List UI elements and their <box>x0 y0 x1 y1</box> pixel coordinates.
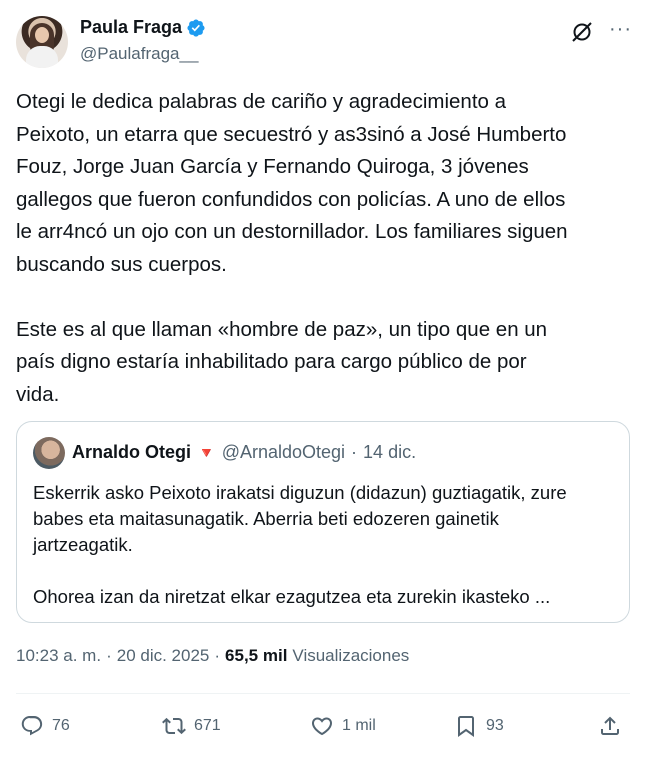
like-button[interactable]: 1 mil <box>310 714 376 738</box>
views-label: Visualizaciones <box>292 646 410 665</box>
reply-icon <box>21 716 43 736</box>
action-bar: 76 671 1 mil 93 <box>16 706 630 746</box>
meta-separator: · <box>106 646 112 665</box>
like-count: 1 mil <box>342 717 376 734</box>
more-icon[interactable]: ··· <box>609 18 632 41</box>
quoted-tweet[interactable]: Arnaldo Otegi 🔻 @ArnaldoOtegi · 14 dic. … <box>16 421 630 623</box>
repost-count: 671 <box>194 717 221 734</box>
share-icon <box>601 716 619 735</box>
bookmark-button[interactable]: 93 <box>454 714 504 738</box>
repost-icon <box>162 717 186 735</box>
tweet-time[interactable]: 10:23 a. m. <box>16 646 101 666</box>
tweet-date[interactable]: 20 dic. 2025 <box>117 646 210 666</box>
tweet-text: Otegi le dedica palabras de cariño y agr… <box>16 90 568 406</box>
quoted-author-handle: @ArnaldoOtegi <box>221 442 346 462</box>
bookmark-icon <box>458 716 474 737</box>
grok-icon[interactable] <box>570 20 594 44</box>
quoted-tweet-header: Arnaldo Otegi 🔻 @ArnaldoOtegi · 14 dic. <box>72 442 416 463</box>
verified-icon[interactable] <box>186 18 206 38</box>
quoted-date: 14 dic. <box>363 442 417 462</box>
author-name[interactable]: Paula Fraga <box>80 17 182 38</box>
tweet-header: Paula Fraga @Paulafraga__ ··· <box>16 14 634 70</box>
like-icon <box>311 717 333 736</box>
author-handle[interactable]: @Paulafraga__ <box>80 44 198 64</box>
red-triangle-icon: 🔻 <box>197 444 216 462</box>
tweet-meta: 10:23 a. m. · 20 dic. 2025 · 65,5 mil Vi… <box>16 646 409 666</box>
views-count: 65,5 mil <box>225 646 288 665</box>
meta-separator-2: · <box>214 646 221 665</box>
author-name-row: Paula Fraga <box>80 17 206 38</box>
reply-button[interactable]: 76 <box>20 714 70 738</box>
repost-button[interactable]: 671 <box>162 714 221 738</box>
quoted-author-name: Arnaldo Otegi <box>72 442 192 462</box>
share-button[interactable] <box>598 714 622 738</box>
bookmark-count: 93 <box>486 717 504 734</box>
quoted-tweet-text: Eskerrik asko Peixoto irakatsi diguzun (… <box>33 482 567 607</box>
divider <box>16 693 630 694</box>
quoted-author-avatar <box>33 437 65 469</box>
quoted-separator: · <box>351 442 358 462</box>
author-avatar[interactable] <box>16 16 68 68</box>
reply-count: 76 <box>52 717 70 734</box>
